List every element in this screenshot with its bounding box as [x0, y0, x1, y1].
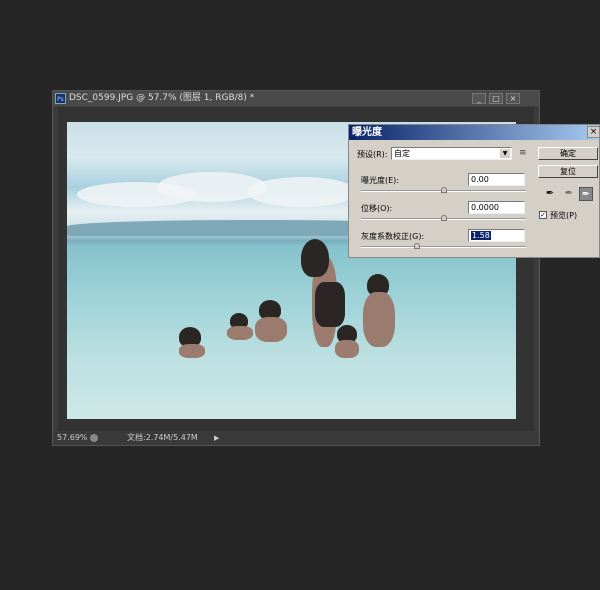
white-eyedropper-icon[interactable]: ✒ [579, 187, 593, 201]
status-bar: 57.69% 文档:2.74M/5.47M ▶ [53, 431, 539, 445]
exposure-dialog: 曝光度 × 预设(R): 自定 ▼ ≡ 曝光度(E): 0.00 位移(O): … [348, 124, 600, 258]
minimize-button[interactable]: _ [472, 93, 486, 104]
black-eyedropper-icon[interactable]: ✒ [543, 187, 557, 201]
zoom-icon[interactable] [90, 434, 98, 442]
dialog-title-bar[interactable]: 曝光度 [349, 125, 599, 140]
document-size: 文档:2.74M/5.47M [127, 433, 198, 442]
zoom-level[interactable]: 57.69% [57, 431, 88, 445]
photoshop-icon: Ps [55, 93, 66, 104]
gamma-label: 灰度系数校正(G): [361, 232, 425, 241]
dialog-close-button[interactable]: × [587, 126, 600, 138]
close-button[interactable]: × [506, 93, 520, 104]
document-title: DSC_0599.JPG @ 57.7% (图层 1, RGB/8) * [69, 93, 255, 103]
offset-slider-thumb[interactable] [441, 215, 447, 221]
gamma-slider-thumb[interactable] [414, 243, 420, 249]
offset-slider[interactable] [361, 215, 526, 221]
gamma-input[interactable]: 1.58 [468, 229, 525, 242]
chevron-down-icon[interactable]: ▼ [500, 149, 510, 158]
preset-select[interactable]: 自定 ▼ [391, 147, 512, 160]
preset-value: 自定 [394, 149, 410, 158]
status-menu-arrow-icon[interactable]: ▶ [214, 431, 219, 445]
preview-checkbox[interactable]: ✓ [539, 211, 547, 219]
offset-label: 位移(O): [361, 204, 393, 213]
document-title-bar[interactable]: Ps DSC_0599.JPG @ 57.7% (图层 1, RGB/8) * … [53, 91, 539, 106]
offset-input[interactable]: 0.0000 [468, 201, 525, 214]
preview-label[interactable]: 预览(P) [550, 210, 577, 221]
exposure-slider-thumb[interactable] [441, 187, 447, 193]
preset-label: 预设(R): [357, 150, 388, 159]
gamma-value-selected: 1.58 [471, 231, 491, 240]
preset-options-icon[interactable]: ≡ [519, 148, 527, 158]
maximize-button[interactable]: □ [489, 93, 503, 104]
gamma-slider[interactable] [361, 243, 526, 249]
exposure-input[interactable]: 0.00 [468, 173, 525, 186]
exposure-label: 曝光度(E): [361, 176, 399, 185]
ok-button[interactable]: 确定 [538, 147, 598, 160]
gray-eyedropper-icon[interactable]: ✒ [562, 187, 576, 201]
reset-button[interactable]: 复位 [538, 165, 598, 178]
exposure-slider[interactable] [361, 187, 526, 193]
